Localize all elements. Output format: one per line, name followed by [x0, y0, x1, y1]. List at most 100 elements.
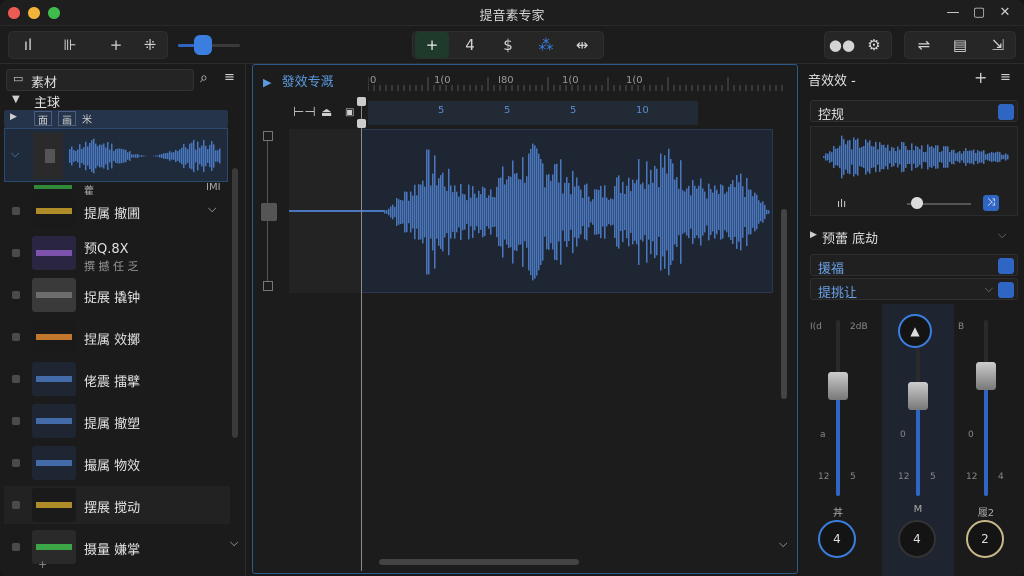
item-checkbox[interactable] — [12, 417, 20, 425]
waveform-bar — [686, 188, 688, 236]
selected-clip[interactable]: ⌵ — [4, 128, 228, 182]
track-handle-top[interactable] — [263, 131, 273, 141]
playhead[interactable] — [361, 101, 362, 571]
library-item[interactable]: 预Q.8X 撰 撼 任 乏 — [4, 234, 230, 273]
tool-box-icon[interactable]: ▣ — [345, 107, 354, 118]
param-stepper-icon[interactable] — [998, 258, 1014, 274]
waveform-bar — [552, 174, 554, 250]
item-checkbox[interactable] — [12, 333, 20, 341]
track-handle-bottom[interactable] — [263, 281, 273, 291]
waveform-bar — [518, 179, 520, 245]
tempo-icon[interactable]: 4 — [453, 32, 487, 58]
item-checkbox[interactable] — [12, 543, 20, 551]
scroll-down-icon[interactable]: ⌵ — [779, 537, 787, 551]
waveform-bar — [748, 189, 750, 235]
preset-select[interactable]: 控规 — [810, 100, 1018, 123]
track-handle-mid[interactable] — [261, 203, 277, 221]
library-item[interactable]: 提属 撤塑 — [4, 402, 230, 440]
waveform-bar — [969, 150, 971, 164]
play-icon[interactable]: ▶ — [10, 112, 17, 122]
scroll-down-icon[interactable]: ⌵ — [230, 536, 238, 550]
param-dropdown-icon[interactable] — [998, 282, 1014, 298]
gear-icon[interactable]: ⚙ — [857, 32, 891, 58]
fader-handle[interactable] — [908, 382, 928, 410]
param-chevron-icon[interactable]: ⌵ — [985, 282, 993, 296]
dollar-icon[interactable]: $ — [491, 32, 525, 58]
clip-tab[interactable]: 面 — [34, 111, 52, 127]
param-field-2[interactable]: 提挑让 ⌵ — [810, 278, 1018, 301]
loop-icon[interactable]: ⇹ — [565, 32, 599, 58]
waveform-bar — [490, 189, 492, 235]
shuffle-icon[interactable]: ⤨ — [983, 195, 999, 211]
editor-horizontal-scrollbar[interactable] — [379, 559, 579, 565]
waveform-bar — [558, 182, 560, 242]
item-checkbox[interactable] — [12, 375, 20, 383]
item-checkbox[interactable] — [12, 249, 20, 257]
item-checkbox[interactable] — [12, 459, 20, 467]
add-marker-icon[interactable]: + — [99, 32, 133, 58]
preview-slider-handle[interactable] — [911, 197, 923, 209]
waveform-bar — [183, 143, 185, 169]
close-icon[interactable]: ✕ — [996, 4, 1014, 22]
chevron-down-icon[interactable]: ⌵ — [208, 202, 216, 216]
add-effect-icon[interactable]: + — [974, 68, 987, 87]
glasses-icon[interactable]: ●● — [825, 32, 859, 58]
zoom-slider-handle[interactable] — [194, 35, 212, 55]
library-item[interactable]: 提属 撤圃 ⌵ — [4, 192, 230, 230]
add-track-icon[interactable]: + — [415, 32, 449, 58]
waveform-bar — [841, 135, 843, 179]
bars-icon[interactable]: ılı — [837, 197, 846, 210]
fader-handle[interactable] — [828, 372, 848, 400]
tool-anchor-icon[interactable]: ⏏ — [321, 105, 332, 119]
list-menu-icon[interactable]: ≡ — [224, 70, 235, 85]
timeline-ruler[interactable]: 0 1(0 I80 1(0 1(0 5 5 5 10 — [368, 71, 798, 131]
editor-vertical-scrollbar[interactable] — [781, 209, 787, 399]
preset-dropdown-icon[interactable] — [998, 104, 1014, 120]
channel-knob[interactable]: 4 — [818, 520, 856, 558]
mixer-icon[interactable]: ⇌ — [907, 32, 941, 58]
library-item[interactable]: 捏属 效擲 — [4, 318, 230, 356]
playhead-handle-lower[interactable] — [357, 119, 366, 128]
maximize-icon[interactable]: ▢ — [970, 4, 988, 22]
library-item[interactable]: 佬震 擂擘 — [4, 360, 230, 398]
sparkle-icon[interactable]: ⁜ — [133, 32, 167, 58]
library-scrollbar[interactable] — [232, 168, 238, 438]
search-icon[interactable]: ⌕ — [200, 70, 208, 86]
minimize-icon[interactable]: — — [944, 4, 962, 22]
waveform-bar — [955, 153, 957, 161]
chevron-down-icon[interactable]: ⌵ — [11, 147, 19, 161]
waveform-bar — [564, 182, 566, 242]
audio-clip[interactable] — [361, 129, 773, 293]
document-icon[interactable]: ▤ — [943, 32, 977, 58]
waveform-bar — [592, 199, 594, 225]
footer-add-icon[interactable]: + — [38, 558, 47, 571]
library-item[interactable]: 撮属 物效 — [4, 444, 230, 482]
section-collapse-icon[interactable]: ⌵ — [998, 228, 1006, 242]
trim-tool-icon[interactable]: ⊪ — [53, 32, 87, 58]
library-item[interactable]: 摆展 搅动 — [4, 486, 230, 524]
library-item[interactable]: 捉展 撬钟 — [4, 276, 230, 314]
effects-menu-icon[interactable]: ≡ — [1000, 70, 1011, 85]
split-tool-icon[interactable]: ıl — [11, 32, 45, 58]
export-icon[interactable]: ⇲ — [981, 32, 1015, 58]
param-field-1[interactable]: 援福 — [810, 254, 1018, 277]
fader-handle[interactable] — [976, 362, 996, 390]
waveform-bar — [574, 186, 576, 238]
item-checkbox[interactable] — [12, 291, 20, 299]
library-header[interactable]: ▭ 素材 — [6, 69, 194, 91]
waveform-bar — [470, 197, 472, 227]
channel-knob[interactable]: 4 — [898, 520, 936, 558]
tool-cut-icon[interactable]: ⊢⊣ — [293, 105, 316, 120]
zoom-slider[interactable] — [178, 31, 240, 59]
snap-grid-icon[interactable]: ⁂ — [529, 32, 563, 58]
section-chevron-icon[interactable]: ▶ — [810, 230, 817, 240]
play-icon[interactable]: ▶ — [263, 76, 271, 89]
clip-tab[interactable]: 画 — [58, 111, 76, 127]
item-checkbox[interactable] — [12, 207, 20, 215]
clip-tab[interactable]: 米 — [82, 111, 92, 126]
playhead-handle[interactable] — [357, 97, 366, 106]
item-checkbox[interactable] — [12, 501, 20, 509]
group-chevron-icon[interactable]: ▼ — [12, 94, 20, 105]
solo-knob[interactable]: ▲ — [898, 314, 932, 348]
channel-knob[interactable]: 2 — [966, 520, 1004, 558]
